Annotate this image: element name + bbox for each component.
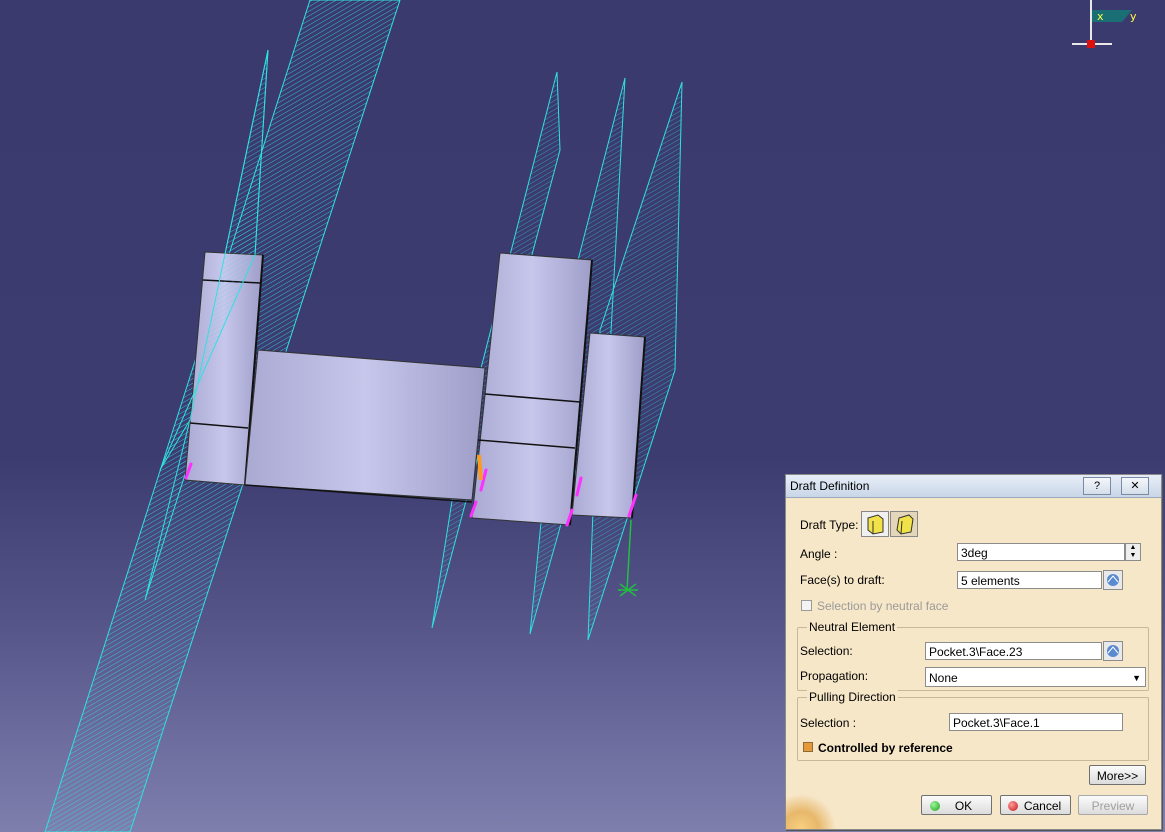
- constant-draft-button[interactable]: [861, 511, 889, 537]
- ok-icon: [930, 801, 940, 811]
- angle-input[interactable]: 3deg: [957, 543, 1125, 561]
- close-button[interactable]: ✕: [1121, 477, 1149, 495]
- pulling-direction-title: Pulling Direction: [807, 690, 898, 704]
- variable-draft-button[interactable]: [890, 511, 918, 537]
- draft-definition-dialog: Draft Definition ? ✕ Draft Type: Angle :…: [785, 474, 1162, 830]
- neutral-face-checkbox[interactable]: [801, 600, 812, 611]
- compass-y-label: y: [1130, 10, 1137, 23]
- propagation-value: None: [929, 671, 958, 685]
- variable-draft-icon: [896, 514, 914, 535]
- propagation-select[interactable]: None ▼: [925, 667, 1146, 687]
- center-shaft: [244, 349, 486, 501]
- cancel-label: Cancel: [1023, 799, 1062, 813]
- controlled-by-reference-label: Controlled by reference: [818, 741, 953, 755]
- neutral-selection-label: Selection:: [800, 644, 853, 658]
- dialog-corner-decoration: [786, 793, 836, 829]
- constant-draft-icon: [867, 514, 884, 535]
- angle-spinner[interactable]: ▲ ▼: [1125, 543, 1141, 561]
- compass-x-label: x: [1097, 10, 1104, 23]
- controlled-by-reference-checkbox[interactable]: [803, 742, 813, 752]
- neutral-list-button[interactable]: [1103, 641, 1123, 661]
- draft-type-label: Draft Type:: [800, 518, 859, 532]
- faces-list-button[interactable]: [1103, 570, 1123, 590]
- preview-button[interactable]: Preview: [1078, 795, 1148, 815]
- dialog-titlebar[interactable]: Draft Definition ? ✕: [786, 475, 1161, 498]
- more-button[interactable]: More>>: [1089, 765, 1146, 785]
- neutral-edge: [477, 454, 483, 481]
- list-icon: [1107, 645, 1119, 657]
- pulling-selection-input[interactable]: Pocket.3\Face.1: [949, 713, 1123, 731]
- help-button[interactable]: ?: [1083, 477, 1111, 495]
- propagation-label: Propagation:: [800, 669, 869, 683]
- compass-icon[interactable]: x y: [1060, 0, 1160, 55]
- cancel-icon: [1008, 801, 1018, 811]
- neutral-element-title: Neutral Element: [807, 620, 898, 634]
- neutral-selection-input[interactable]: Pocket.3\Face.23: [925, 642, 1102, 660]
- angle-label: Angle :: [800, 547, 838, 561]
- ok-label: OK: [954, 799, 973, 813]
- pulling-selection-label: Selection :: [800, 716, 857, 730]
- ok-button[interactable]: OK: [921, 795, 992, 815]
- faces-label: Face(s) to draft:: [800, 573, 885, 587]
- cancel-button[interactable]: Cancel: [1000, 795, 1071, 815]
- list-icon: [1107, 574, 1119, 586]
- dialog-title: Draft Definition: [790, 479, 870, 493]
- neutral-face-label: Selection by neutral face: [817, 599, 949, 613]
- faces-input[interactable]: 5 elements: [957, 571, 1102, 589]
- chevron-down-icon: ▼: [1132, 673, 1141, 683]
